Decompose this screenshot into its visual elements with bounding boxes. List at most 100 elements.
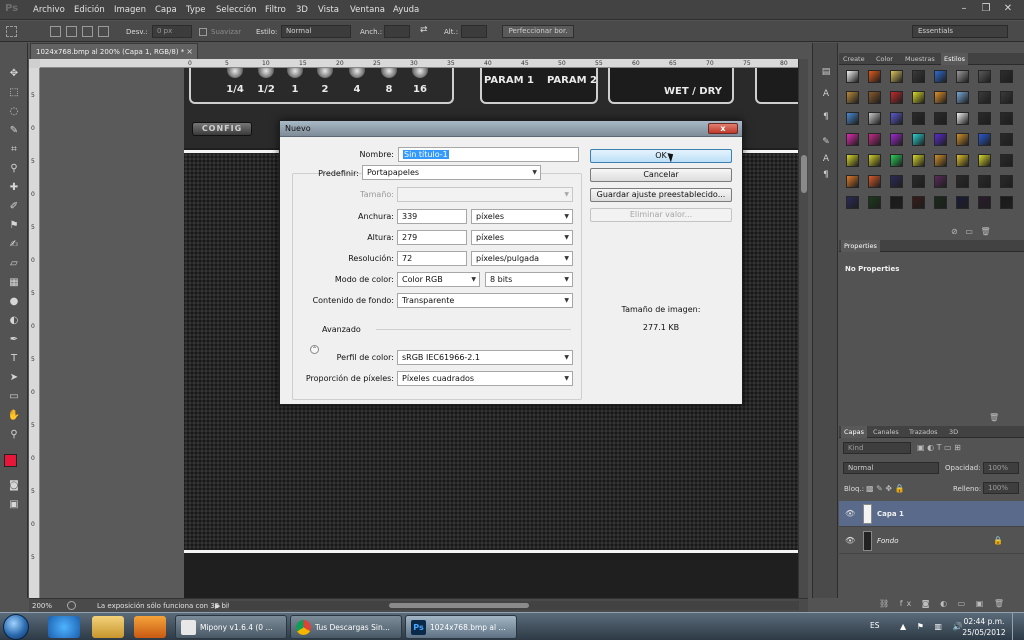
swap-icon[interactable]: ⇄ [420, 25, 428, 35]
style-preset-swatch[interactable] [846, 70, 859, 83]
layer-row-fondo[interactable]: 👁 Fondo 🔒 [839, 528, 1024, 554]
tab-properties[interactable]: Properties [841, 240, 880, 252]
save-preset-button[interactable]: Guardar ajuste preestablecido... [590, 188, 732, 202]
horizontal-scrollbar[interactable] [229, 601, 799, 610]
paragraph-panel-icon[interactable]: ¶ [820, 111, 832, 123]
style-preset-swatch[interactable] [1000, 133, 1013, 146]
vertical-scroll-thumb[interactable] [801, 155, 807, 193]
blur-icon[interactable]: ● [6, 295, 22, 309]
predefinir-select[interactable]: Portapapeles ▼ [362, 165, 541, 180]
altura-input[interactable]: 279 [397, 230, 467, 245]
style-preset-swatch[interactable] [956, 154, 969, 167]
menu-capa[interactable]: Capa [155, 5, 177, 15]
menu-ayuda[interactable]: Ayuda [393, 5, 419, 15]
style-preset-swatch[interactable] [934, 175, 947, 188]
style-preset-swatch[interactable] [912, 70, 925, 83]
language-indicator[interactable]: ES [870, 621, 880, 630]
nombre-input[interactable]: Sin título-1 [398, 147, 579, 162]
style-preset-swatch[interactable] [868, 91, 881, 104]
tamano-select[interactable]: ▼ [397, 187, 573, 202]
style-preset-swatch[interactable] [1000, 175, 1013, 188]
media-player-icon[interactable] [134, 616, 166, 638]
style-preset-swatch[interactable] [868, 196, 881, 209]
tab-create[interactable]: Create [843, 55, 865, 63]
menu-filtro[interactable]: Filtro [265, 5, 286, 15]
screen-mode-icon[interactable]: ▣ [6, 498, 22, 512]
tab-estilos[interactable]: Estilos [941, 53, 969, 65]
resolucion-input[interactable]: 72 [397, 251, 467, 266]
status-info-icon[interactable] [67, 601, 76, 610]
dialog-close-button[interactable]: x [708, 123, 738, 134]
style-preset-swatch[interactable] [934, 133, 947, 146]
brush-icon[interactable]: ✐ [6, 200, 22, 214]
visibility-eye-icon[interactable]: 👁 [845, 509, 855, 518]
style-preset-swatch[interactable] [912, 133, 925, 146]
quick-select-icon[interactable]: ✎ [6, 124, 22, 138]
add-selection-icon[interactable] [66, 26, 77, 37]
style-preset-swatch[interactable] [956, 112, 969, 125]
lock-icons[interactable]: ▩ ✎ ✥ 🔒 [866, 484, 905, 493]
style-preset-swatch[interactable] [912, 175, 925, 188]
taskbar-task-photoshop[interactable]: Ps 1024x768.bmp al ... [405, 615, 517, 639]
character-panel-icon[interactable]: A [820, 88, 832, 100]
new-selection-icon[interactable] [50, 26, 61, 37]
style-preset-swatch[interactable] [868, 154, 881, 167]
style-preset-swatch[interactable] [912, 112, 925, 125]
menu-archivo[interactable]: Archivo [33, 5, 65, 15]
tab-capas[interactable]: Capas [841, 426, 868, 438]
history-panel-icon[interactable]: ▤ [820, 66, 832, 78]
pen-icon[interactable]: ✒ [6, 333, 22, 347]
taskbar-task-mipony[interactable]: Mipony v1.6.4 (0 ... [175, 615, 287, 639]
style-preset-swatch[interactable] [890, 70, 903, 83]
close-icon[interactable]: ✕ [1002, 3, 1014, 15]
paragraph-styles-icon[interactable]: ¶ [820, 169, 832, 181]
layer-filter-icons[interactable]: ▣ ◐ T ▭ ⊞ [917, 443, 961, 452]
avanzado-label[interactable]: Avanzado [322, 325, 361, 334]
tool-presets-icon[interactable]: ✎ [820, 136, 832, 148]
proporcion-select[interactable]: Píxeles cuadrados ▼ [397, 371, 573, 386]
style-preset-swatch[interactable] [956, 196, 969, 209]
tab-color[interactable]: Color [876, 55, 893, 63]
modo-color-select[interactable]: Color RGB ▼ [397, 272, 480, 287]
tab-muestras[interactable]: Muestras [905, 55, 935, 63]
menu-3d[interactable]: 3D [296, 5, 308, 15]
tray-icons[interactable]: ▲ ⚑ ▥ 🔊 [900, 622, 966, 631]
antialias-checkbox[interactable] [199, 28, 207, 36]
style-preset-swatch[interactable] [912, 91, 925, 104]
style-preset-swatch[interactable] [890, 154, 903, 167]
style-preset-swatch[interactable] [868, 175, 881, 188]
style-preset-swatch[interactable] [934, 196, 947, 209]
height-input[interactable] [461, 25, 487, 38]
style-preset-swatch[interactable] [934, 91, 947, 104]
anchura-input[interactable]: 339 [397, 209, 467, 224]
feather-input[interactable]: 0 px [152, 25, 192, 38]
visibility-eye-icon[interactable]: 👁 [845, 536, 855, 545]
clock-date[interactable]: 25/05/2012 [962, 628, 1006, 637]
taskbar-task-chrome[interactable]: Tus Descargas Sin... [290, 615, 402, 639]
workspace-select[interactable]: Essentials [912, 25, 1008, 38]
style-preset-swatch[interactable] [846, 112, 859, 125]
style-preset-swatch[interactable] [868, 70, 881, 83]
styles-footer-icons[interactable]: ⊘ ▭ 🗑 [951, 227, 991, 236]
style-preset-swatch[interactable] [956, 70, 969, 83]
bits-select[interactable]: 8 bits ▼ [485, 272, 573, 287]
style-preset-swatch[interactable] [934, 154, 947, 167]
maximize-icon[interactable]: ❐ [980, 3, 992, 15]
hand-icon[interactable]: ✋ [6, 409, 22, 423]
layers-footer-icons[interactable]: ⛓ fx ◙ ◐ ▭ ▣ 🗑 [879, 599, 1008, 608]
marquee-icon[interactable]: ⬚ [6, 86, 22, 100]
style-preset-swatch[interactable] [890, 133, 903, 146]
resolucion-unit-select[interactable]: píxeles/pulgada ▼ [471, 251, 573, 266]
refine-edge-button[interactable]: Perfeccionar bor. [502, 25, 574, 38]
style-preset-swatch[interactable] [868, 112, 881, 125]
subtract-selection-icon[interactable] [82, 26, 93, 37]
layer-name[interactable]: Fondo [877, 537, 898, 545]
style-preset-swatch[interactable] [890, 175, 903, 188]
width-input[interactable] [384, 25, 410, 38]
lasso-icon[interactable]: ◌ [6, 105, 22, 119]
tab-close-icon[interactable]: × [186, 47, 193, 56]
show-desktop-button[interactable] [1012, 613, 1024, 640]
style-preset-swatch[interactable] [978, 91, 991, 104]
ok-button[interactable]: OK [590, 149, 732, 163]
character-styles-icon[interactable]: A [820, 153, 832, 165]
